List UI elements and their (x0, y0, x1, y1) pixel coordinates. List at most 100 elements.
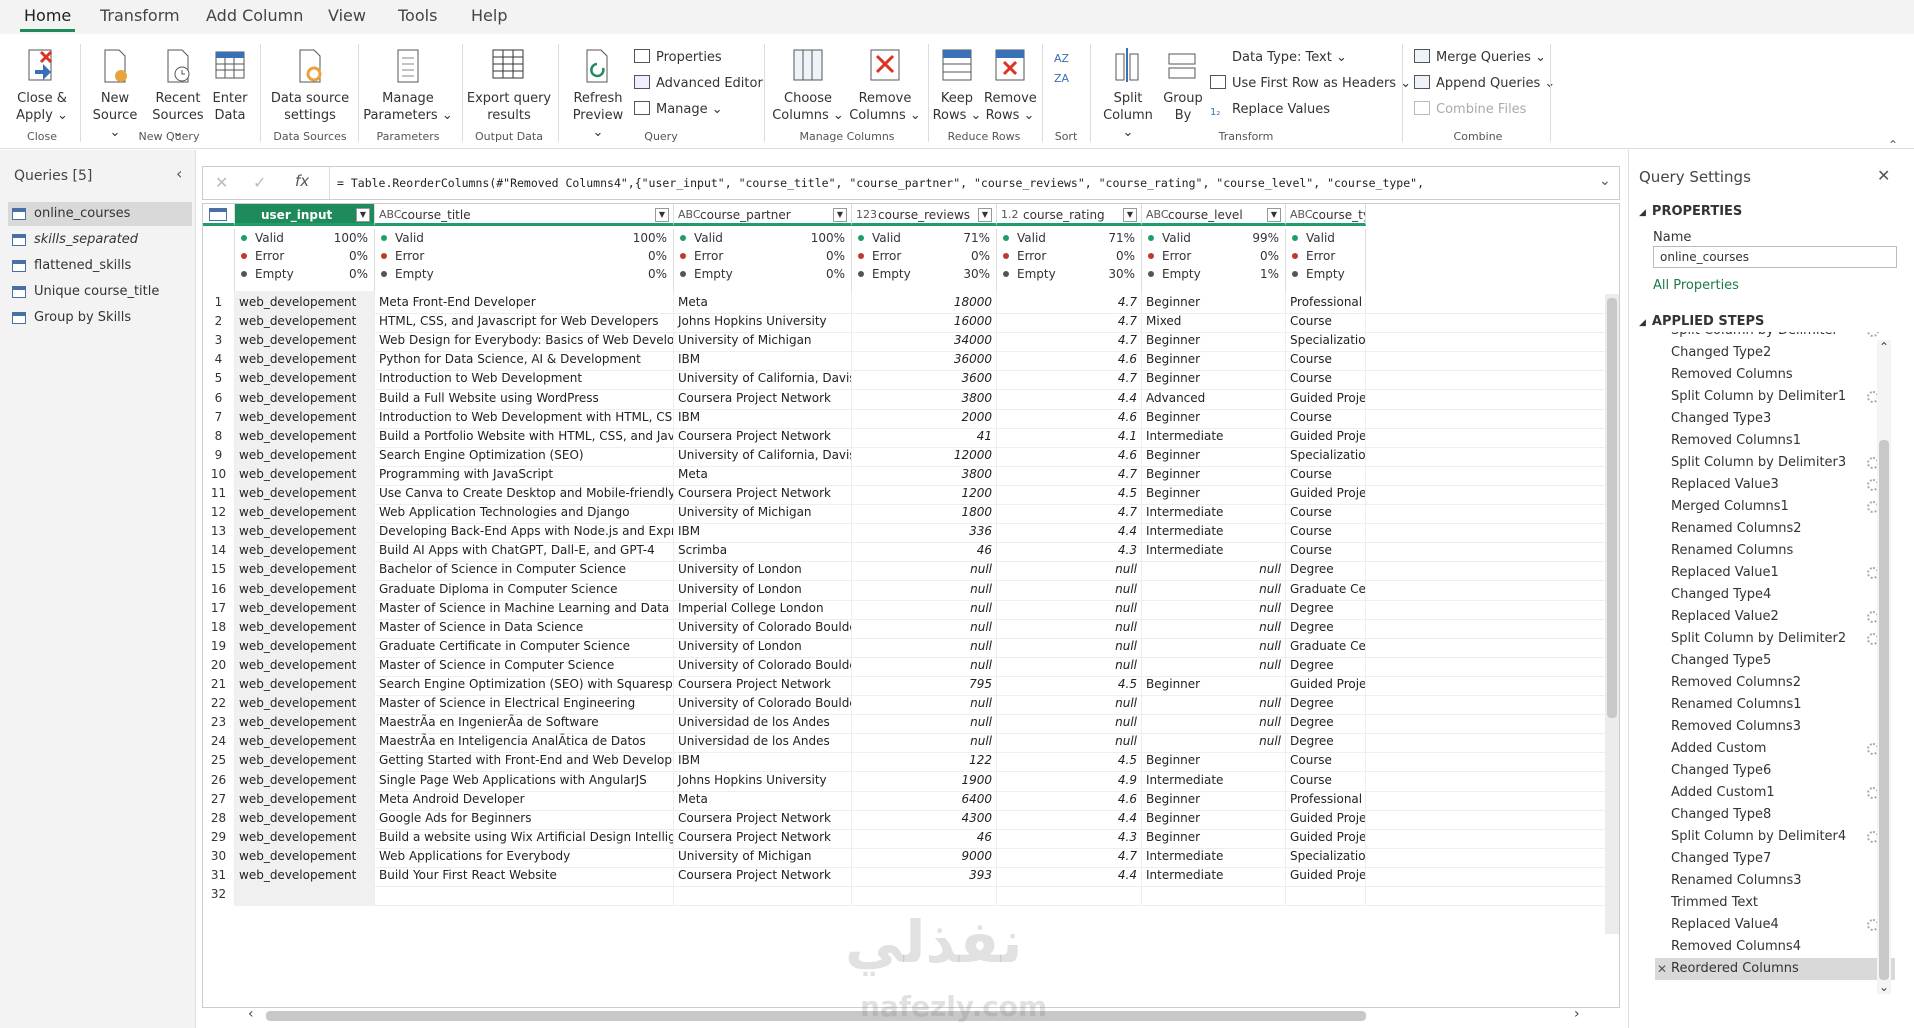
tab-tools[interactable]: Tools (394, 6, 441, 25)
collapse-queries-icon[interactable]: ‹ (176, 164, 182, 183)
enter-data-button[interactable]: Enter Data (210, 48, 250, 124)
refresh-preview-button[interactable]: Refresh Preview ⌄ (566, 48, 630, 141)
delete-step-icon[interactable]: ✕ (1657, 958, 1667, 980)
column-filter-dropdown-icon[interactable]: ▼ (1123, 208, 1137, 222)
applied-step[interactable]: Added Custom1 (1655, 782, 1895, 804)
data-type-dropdown[interactable]: Data Type: Text ⌄ (1210, 48, 1347, 68)
query-item-group-by-skills[interactable]: Group by Skills (8, 306, 192, 330)
combine-files-button[interactable]: Combine Files (1414, 100, 1526, 120)
applied-step[interactable]: Renamed Columns1 (1655, 694, 1895, 716)
applied-step[interactable]: Split Column by Delimiter4 (1655, 826, 1895, 848)
vertical-scroll-thumb[interactable] (1607, 298, 1617, 718)
column-header-course-reviews[interactable]: 123 course_reviews ▼ (852, 204, 997, 226)
applied-step[interactable]: Renamed Columns2 (1655, 518, 1895, 540)
column-type-icon[interactable]: 123 (856, 204, 877, 223)
column-header-course-partner[interactable]: ABC course_partner ▼ (674, 204, 852, 226)
applied-step[interactable]: ✕ Reordered Columns (1655, 958, 1895, 980)
sort-button[interactable]: AZ ZA (1048, 48, 1084, 94)
column-header-course-type[interactable]: ABCcourse_type (1286, 204, 1366, 226)
tab-help[interactable]: Help (467, 6, 511, 25)
export-query-button[interactable]: Export query results (466, 48, 552, 124)
applied-step[interactable]: Removed Columns4 (1655, 936, 1895, 958)
remove-columns-button[interactable]: Remove Columns ⌄ (848, 48, 922, 124)
applied-step[interactable]: Changed Type7 (1655, 848, 1895, 870)
choose-columns-button[interactable]: Choose Columns ⌄ (772, 48, 844, 124)
recent-sources-button[interactable]: Recent Sources ⌄ (148, 48, 208, 141)
scroll-left-icon[interactable]: ‹ (248, 1006, 254, 1022)
table-row[interactable]: 32 (203, 883, 1619, 907)
steps-scroll-down-icon[interactable]: ⌄ (1879, 980, 1889, 994)
merge-queries-button[interactable]: Merge Queries ⌄ (1414, 48, 1546, 68)
manage-parameters-button[interactable]: Manage Parameters ⌄ (362, 48, 454, 124)
manage-button[interactable]: Manage ⌄ (634, 100, 723, 120)
steps-scroll-up-icon[interactable]: ⌃ (1879, 340, 1889, 354)
applied-step[interactable]: Split Column by Delimiter3 (1655, 452, 1895, 474)
applied-step[interactable]: Replaced Value4 (1655, 914, 1895, 936)
cell-course-partner[interactable] (674, 883, 852, 907)
cell-user-input[interactable] (235, 883, 375, 907)
steps-scroll-thumb[interactable] (1879, 440, 1889, 980)
remove-rows-button[interactable]: Remove Rows ⌄ (984, 48, 1037, 124)
cell-course-reviews[interactable] (852, 883, 997, 907)
step-settings-gear-icon[interactable] (1867, 332, 1879, 337)
tab-home[interactable]: Home (20, 6, 76, 32)
split-column-button[interactable]: Split Column ⌄ (1096, 48, 1160, 141)
scroll-right-icon[interactable]: › (1574, 1006, 1580, 1022)
column-type-icon[interactable]: ABC (379, 204, 402, 223)
applied-step[interactable]: Removed Columns1 (1655, 430, 1895, 452)
tab-transform[interactable]: Transform (96, 6, 184, 25)
applied-step[interactable]: Trimmed Text (1655, 892, 1895, 914)
applied-step[interactable]: Split Column by Delimiter1 (1655, 386, 1895, 408)
replace-values-button[interactable]: 1₂ Replace Values (1210, 100, 1330, 120)
applied-step[interactable]: Changed Type2 (1655, 342, 1895, 364)
use-first-row-headers-button[interactable]: Use First Row as Headers ⌄ (1210, 74, 1411, 94)
query-item-flattened-skills[interactable]: flattened_skills (8, 254, 192, 278)
column-type-icon[interactable]: ABC (1290, 204, 1313, 223)
query-item-skills-separated[interactable]: skills_separated (8, 228, 192, 252)
applied-step[interactable]: Removed Columns3 (1655, 716, 1895, 738)
applied-step[interactable]: Changed Type5 (1655, 650, 1895, 672)
column-filter-dropdown-icon[interactable]: ▼ (833, 208, 847, 222)
horizontal-scroll-thumb[interactable] (266, 1011, 1366, 1021)
column-filter-dropdown-icon[interactable]: ▼ (1267, 208, 1281, 222)
row-number[interactable]: 32 (203, 883, 235, 907)
applied-step[interactable]: Added Custom (1655, 738, 1895, 760)
column-type-icon[interactable]: 1.2 (1001, 204, 1019, 223)
applied-step[interactable]: Split Column by Delimiter (1655, 332, 1895, 342)
query-item-unique-course-title[interactable]: Unique course_title (8, 280, 192, 304)
table-menu-button[interactable] (203, 204, 235, 226)
all-properties-link[interactable]: All Properties (1653, 278, 1739, 293)
applied-step[interactable]: Renamed Columns3 (1655, 870, 1895, 892)
column-type-icon[interactable]: ABC (678, 204, 701, 223)
column-filter-dropdown-icon[interactable]: ▼ (978, 208, 992, 222)
cell-course-level[interactable] (1142, 883, 1286, 907)
applied-step[interactable]: Changed Type6 (1655, 760, 1895, 782)
applied-step[interactable]: Renamed Columns (1655, 540, 1895, 562)
expand-formula-icon[interactable]: ⌄ (1599, 173, 1611, 189)
query-name-input[interactable]: online_courses (1653, 246, 1897, 268)
applied-step[interactable]: Replaced Value3 (1655, 474, 1895, 496)
applied-step[interactable]: Replaced Value2 (1655, 606, 1895, 628)
column-filter-dropdown-icon[interactable]: ▼ (655, 208, 669, 222)
advanced-editor-button[interactable]: Advanced Editor (634, 74, 763, 94)
data-source-settings-button[interactable]: Data source settings (268, 48, 352, 124)
cell-course-title[interactable] (375, 883, 674, 907)
confirm-formula-icon[interactable]: ✓ (253, 173, 266, 192)
close-apply-button[interactable]: Close & Apply ⌄ (12, 48, 72, 124)
properties-header[interactable]: ◢ PROPERTIES (1639, 204, 1742, 219)
close-settings-icon[interactable]: ✕ (1877, 166, 1890, 185)
column-header-course-level[interactable]: ABC course_level ▼ (1142, 204, 1286, 226)
column-header-course-rating[interactable]: 1.2 course_rating ▼ (997, 204, 1142, 226)
keep-rows-button[interactable]: Keep Rows ⌄ (932, 48, 982, 124)
append-queries-button[interactable]: Append Queries ⌄ (1414, 74, 1555, 94)
column-header-course-title[interactable]: ABC course_title ▼ (375, 204, 674, 226)
column-header-user-input[interactable]: user_input ▼ (235, 204, 375, 226)
cell-course-type[interactable] (1286, 883, 1366, 907)
steps-scrollbar[interactable]: ⌃ ⌄ (1877, 340, 1891, 994)
tab-add-column[interactable]: Add Column (202, 6, 307, 25)
applied-step[interactable]: Merged Columns1 (1655, 496, 1895, 518)
cell-course-rating[interactable] (997, 883, 1142, 907)
tab-view[interactable]: View (324, 6, 370, 25)
applied-step[interactable]: Removed Columns (1655, 364, 1895, 386)
query-item-online-courses[interactable]: online_courses (8, 202, 192, 226)
